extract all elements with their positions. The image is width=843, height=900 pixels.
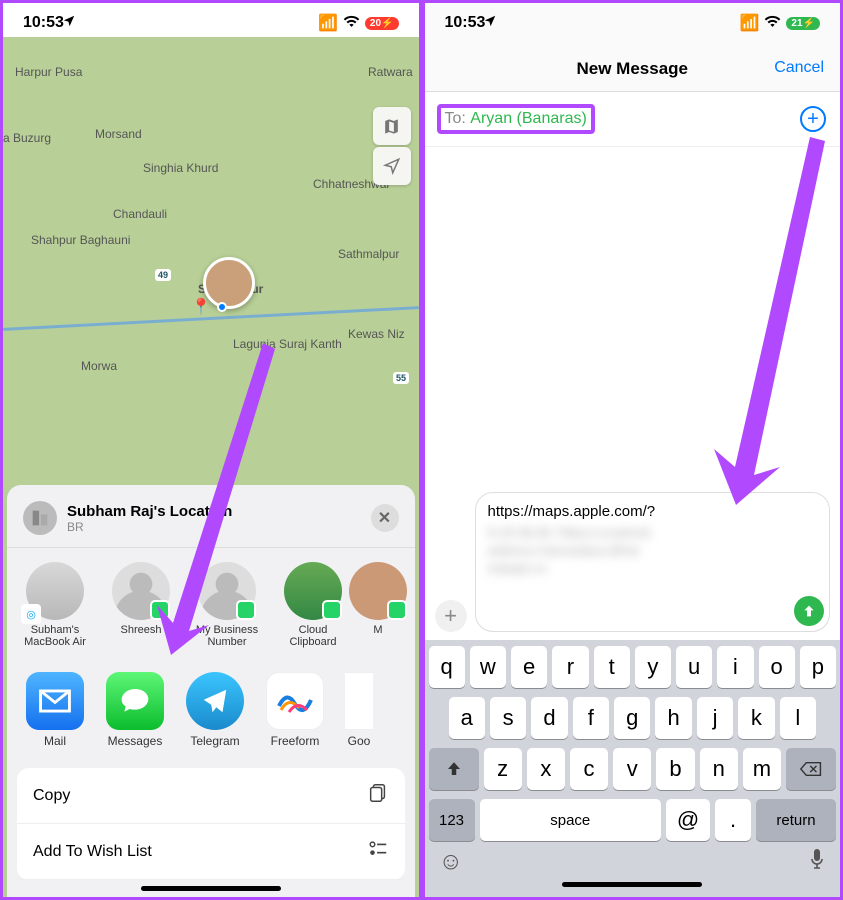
map-mode-button[interactable] <box>373 107 411 145</box>
space-key[interactable]: space <box>480 799 662 841</box>
key-o[interactable]: o <box>759 646 795 688</box>
key-n[interactable]: n <box>700 748 738 790</box>
wifi-icon <box>343 14 360 32</box>
status-bar: 10:53 📶 21⚡ <box>425 3 841 37</box>
key-j[interactable]: j <box>697 697 733 739</box>
sheet-title: Subham Raj's Location <box>67 503 232 520</box>
share-sheet: Subham Raj's Location BR ✕ ◎ Subham's Ma… <box>7 485 415 897</box>
message-input-area: + https://maps.apple.com/? ll=25.86,85.7… <box>425 484 841 640</box>
airdrop-icon: ◎ <box>21 604 41 624</box>
status-time: 10:53 <box>445 14 486 32</box>
contact-item[interactable]: Cloud Clipboard <box>277 562 349 648</box>
highway-badge: 55 <box>393 372 409 384</box>
whatsapp-icon <box>387 600 407 620</box>
key-x[interactable]: x <box>527 748 565 790</box>
key-h[interactable]: h <box>655 697 691 739</box>
action-list: Copy Add To Wish List <box>17 768 405 880</box>
key-m[interactable]: m <box>743 748 781 790</box>
status-bar: 10:53 📶 20⚡ <box>3 3 419 37</box>
key-g[interactable]: g <box>614 697 650 739</box>
key-s[interactable]: s <box>490 697 526 739</box>
share-app-more[interactable]: Goo <box>345 672 373 748</box>
sheet-subtitle: BR <box>67 520 232 534</box>
close-button[interactable]: ✕ <box>371 504 399 532</box>
left-screenshot: 10:53 📶 20⚡ Harpur Pusa Morsand a Buzurg… <box>3 3 419 897</box>
key-w[interactable]: w <box>470 646 506 688</box>
copy-icon <box>367 782 389 809</box>
emoji-key[interactable]: ☺ <box>439 848 464 876</box>
home-indicator[interactable] <box>562 882 702 887</box>
to-label: To: <box>445 110 466 127</box>
add-recipient-button[interactable]: + <box>800 106 826 132</box>
key-l[interactable]: l <box>780 697 816 739</box>
key-f[interactable]: f <box>573 697 609 739</box>
location-services-icon <box>62 14 76 33</box>
key-b[interactable]: b <box>656 748 694 790</box>
location-services-icon <box>483 14 497 33</box>
key-k[interactable]: k <box>738 697 774 739</box>
key-q[interactable]: q <box>429 646 465 688</box>
contact-item[interactable]: Shreesh <box>105 562 177 648</box>
shift-key[interactable] <box>429 748 479 790</box>
share-app-messages[interactable]: Messages <box>105 672 165 748</box>
at-key[interactable]: @ <box>666 799 710 841</box>
recipient-name: Aryan (Banaras) <box>470 110 587 127</box>
contacts-row: ◎ Subham's MacBook Air Shreesh My Busine… <box>7 548 415 662</box>
locate-me-button[interactable] <box>373 147 411 185</box>
whatsapp-icon <box>236 600 256 620</box>
dictation-key[interactable] <box>808 847 826 876</box>
recipient-field[interactable]: To: Aryan (Banaras) + <box>425 92 841 147</box>
current-location-dot <box>217 302 227 312</box>
share-app-freeform[interactable]: Freeform <box>265 672 325 748</box>
action-wishlist[interactable]: Add To Wish List <box>17 824 405 880</box>
battery-icon: 21⚡ <box>786 17 820 30</box>
key-a[interactable]: a <box>449 697 485 739</box>
key-r[interactable]: r <box>552 646 588 688</box>
highway-badge: 49 <box>155 269 171 281</box>
key-u[interactable]: u <box>676 646 712 688</box>
add-attachment-button[interactable]: + <box>435 600 467 632</box>
whatsapp-icon <box>150 600 170 620</box>
share-app-telegram[interactable]: Telegram <box>185 672 245 748</box>
whatsapp-icon <box>322 600 342 620</box>
apps-row: Mail Messages Telegram Freeform Goo <box>7 662 415 762</box>
message-header: New Message Cancel <box>425 37 841 92</box>
wishlist-icon <box>367 838 389 865</box>
key-v[interactable]: v <box>613 748 651 790</box>
send-button[interactable] <box>794 596 824 626</box>
status-time: 10:53 <box>23 14 64 32</box>
key-t[interactable]: t <box>594 646 630 688</box>
numbers-key[interactable]: 123 <box>429 799 475 841</box>
return-key[interactable]: return <box>756 799 836 841</box>
key-d[interactable]: d <box>531 697 567 739</box>
backspace-key[interactable] <box>786 748 836 790</box>
key-e[interactable]: e <box>511 646 547 688</box>
share-app-mail[interactable]: Mail <box>25 672 85 748</box>
cellular-icon: 📶 <box>740 13 760 33</box>
location-icon <box>23 501 57 535</box>
message-text: https://maps.apple.com/? <box>488 503 818 520</box>
action-copy[interactable]: Copy <box>17 768 405 824</box>
contact-item[interactable]: M <box>363 562 393 648</box>
battery-icon: 20⚡ <box>365 17 399 30</box>
right-screenshot: 10:53 📶 21⚡ New Message Cancel To: Aryan… <box>425 3 841 897</box>
wifi-icon <box>764 14 781 32</box>
airdrop-contact[interactable]: ◎ Subham's MacBook Air <box>19 562 91 648</box>
key-c[interactable]: c <box>570 748 608 790</box>
key-y[interactable]: y <box>635 646 671 688</box>
key-p[interactable]: p <box>800 646 836 688</box>
conversation-area <box>425 147 841 484</box>
key-i[interactable]: i <box>717 646 753 688</box>
dot-key[interactable]: . <box>715 799 751 841</box>
message-input[interactable]: https://maps.apple.com/? ll=25.86,85.78&… <box>475 492 831 632</box>
key-z[interactable]: z <box>484 748 522 790</box>
cellular-icon: 📶 <box>318 13 338 33</box>
keyboard: qwertyuiop asdfghjkl zxcvbnm 123 space @… <box>425 640 841 897</box>
contact-item[interactable]: My Business Number <box>191 562 263 648</box>
cancel-button[interactable]: Cancel <box>774 59 824 77</box>
pin-icon: 📍 <box>191 297 211 317</box>
home-indicator[interactable] <box>141 886 281 891</box>
